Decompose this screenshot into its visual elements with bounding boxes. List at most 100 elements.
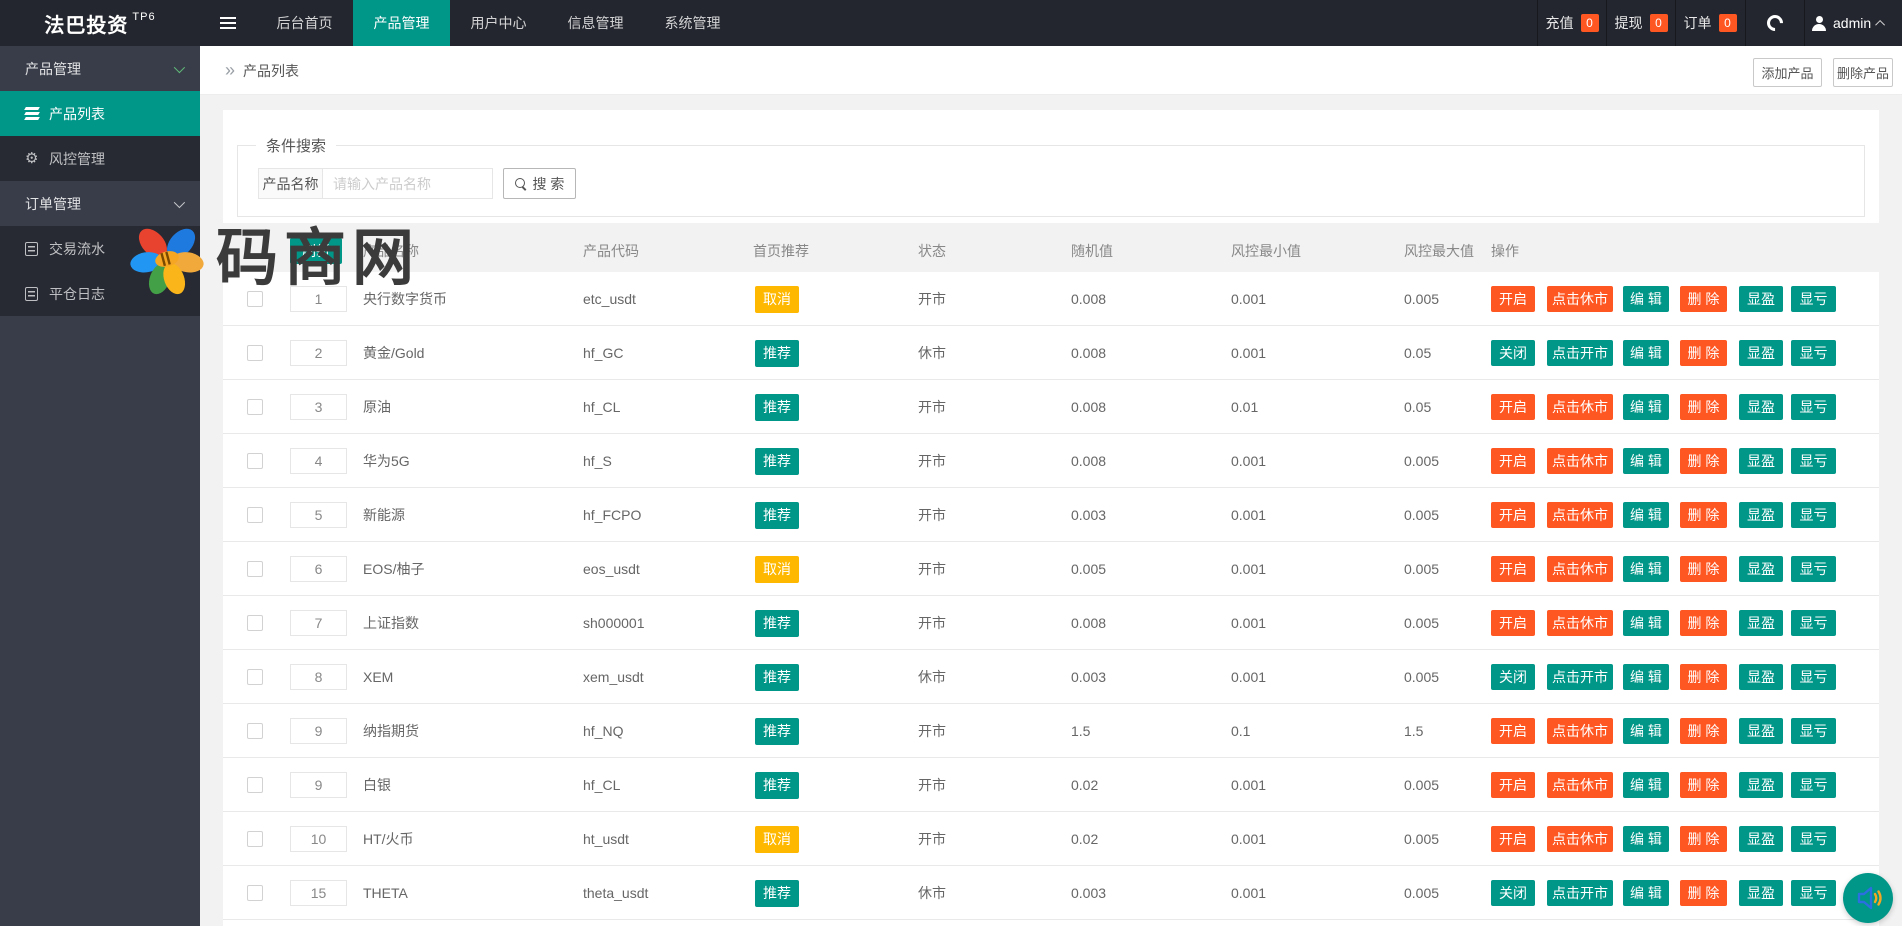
row-checkbox[interactable] xyxy=(247,615,263,631)
show-loss-button[interactable]: 显亏 xyxy=(1791,340,1836,366)
recommend-badge[interactable]: 推荐 xyxy=(755,340,799,367)
delete-button[interactable]: 删 除 xyxy=(1680,556,1727,582)
show-profit-button[interactable]: 显盈 xyxy=(1739,286,1783,312)
edit-button[interactable]: 编 辑 xyxy=(1623,664,1669,690)
edit-button[interactable]: 编 辑 xyxy=(1623,556,1669,582)
show-loss-button[interactable]: 显亏 xyxy=(1791,826,1836,852)
sort-input[interactable]: 15 xyxy=(290,880,347,906)
toggle-button[interactable]: 开启 xyxy=(1491,772,1535,798)
show-profit-button[interactable]: 显盈 xyxy=(1739,664,1783,690)
toggle-button[interactable]: 关闭 xyxy=(1491,340,1535,366)
edit-button[interactable]: 编 辑 xyxy=(1623,610,1669,636)
row-checkbox[interactable] xyxy=(247,885,263,901)
show-loss-button[interactable]: 显亏 xyxy=(1791,610,1836,636)
show-loss-button[interactable]: 显亏 xyxy=(1791,556,1836,582)
toggle-button[interactable]: 关闭 xyxy=(1491,880,1535,906)
top-nav-home[interactable]: 后台首页 xyxy=(256,0,353,46)
toggle-button[interactable]: 开启 xyxy=(1491,502,1535,528)
menu-toggle-icon[interactable] xyxy=(200,0,256,46)
delete-button[interactable]: 删 除 xyxy=(1680,880,1727,906)
sort-input[interactable]: 3 xyxy=(290,394,347,420)
refresh-icon[interactable] xyxy=(1745,0,1805,46)
sort-input[interactable]: 1 xyxy=(290,286,347,312)
market-toggle-button[interactable]: 点击休市 xyxy=(1547,556,1613,582)
edit-button[interactable]: 编 辑 xyxy=(1623,880,1669,906)
show-profit-button[interactable]: 显盈 xyxy=(1739,880,1783,906)
sort-input[interactable]: 9 xyxy=(290,772,347,798)
toggle-button[interactable]: 开启 xyxy=(1491,394,1535,420)
sort-input[interactable]: 5 xyxy=(290,502,347,528)
sidebar-item-close-log[interactable]: 平仓日志 xyxy=(0,271,200,316)
row-checkbox[interactable] xyxy=(247,777,263,793)
row-checkbox[interactable] xyxy=(247,507,263,523)
stat-orders[interactable]: 订单 0 xyxy=(1675,0,1744,46)
show-profit-button[interactable]: 显盈 xyxy=(1739,610,1783,636)
toggle-button[interactable]: 开启 xyxy=(1491,286,1535,312)
top-nav-info[interactable]: 信息管理 xyxy=(547,0,644,46)
market-toggle-button[interactable]: 点击开市 xyxy=(1547,340,1613,366)
market-toggle-button[interactable]: 点击开市 xyxy=(1547,664,1613,690)
sort-input[interactable]: 8 xyxy=(290,664,347,690)
sort-input[interactable]: 4 xyxy=(290,448,347,474)
stat-withdraw[interactable]: 提现 0 xyxy=(1606,0,1675,46)
recommend-badge[interactable]: 推荐 xyxy=(755,718,799,745)
delete-button[interactable]: 删 除 xyxy=(1680,448,1727,474)
row-checkbox[interactable] xyxy=(247,723,263,739)
toggle-button[interactable]: 开启 xyxy=(1491,610,1535,636)
recommend-badge[interactable]: 推荐 xyxy=(755,448,799,475)
delete-button[interactable]: 删 除 xyxy=(1680,394,1727,420)
delete-product-button[interactable]: 删除产品 xyxy=(1833,58,1893,87)
delete-button[interactable]: 删 除 xyxy=(1680,286,1727,312)
top-nav-system[interactable]: 系统管理 xyxy=(644,0,741,46)
show-loss-button[interactable]: 显亏 xyxy=(1791,880,1836,906)
show-profit-button[interactable]: 显盈 xyxy=(1739,772,1783,798)
delete-button[interactable]: 删 除 xyxy=(1680,664,1727,690)
delete-button[interactable]: 删 除 xyxy=(1680,718,1727,744)
delete-button[interactable]: 删 除 xyxy=(1680,772,1727,798)
show-loss-button[interactable]: 显亏 xyxy=(1791,394,1836,420)
row-checkbox[interactable] xyxy=(247,669,263,685)
edit-button[interactable]: 编 辑 xyxy=(1623,286,1669,312)
search-button[interactable]: 搜 索 xyxy=(503,168,576,199)
add-product-button[interactable]: 添加产品 xyxy=(1753,58,1822,87)
stat-recharge[interactable]: 充值 0 xyxy=(1537,0,1606,46)
recommend-badge[interactable]: 推荐 xyxy=(755,664,799,691)
toggle-button[interactable]: 开启 xyxy=(1491,448,1535,474)
row-checkbox[interactable] xyxy=(247,561,263,577)
recommend-badge[interactable]: 推荐 xyxy=(755,502,799,529)
row-checkbox[interactable] xyxy=(247,345,263,361)
show-profit-button[interactable]: 显盈 xyxy=(1739,448,1783,474)
sidebar-item-trade-flow[interactable]: 交易流水 xyxy=(0,226,200,271)
row-checkbox[interactable] xyxy=(247,831,263,847)
show-loss-button[interactable]: 显亏 xyxy=(1791,286,1836,312)
edit-button[interactable]: 编 辑 xyxy=(1623,826,1669,852)
toggle-button[interactable]: 关闭 xyxy=(1491,664,1535,690)
edit-button[interactable]: 编 辑 xyxy=(1623,718,1669,744)
show-loss-button[interactable]: 显亏 xyxy=(1791,718,1836,744)
edit-button[interactable]: 编 辑 xyxy=(1623,448,1669,474)
market-toggle-button[interactable]: 点击休市 xyxy=(1547,718,1613,744)
recommend-badge[interactable]: 取消 xyxy=(755,826,799,853)
market-toggle-button[interactable]: 点击休市 xyxy=(1547,610,1613,636)
toggle-button[interactable]: 开启 xyxy=(1491,826,1535,852)
recommend-badge[interactable]: 取消 xyxy=(755,286,799,313)
user-menu[interactable]: admin xyxy=(1812,0,1885,46)
sort-input[interactable]: 7 xyxy=(290,610,347,636)
market-toggle-button[interactable]: 点击休市 xyxy=(1547,448,1613,474)
edit-button[interactable]: 编 辑 xyxy=(1623,502,1669,528)
refresh-sort-button[interactable]: 刷新 xyxy=(290,238,342,264)
show-profit-button[interactable]: 显盈 xyxy=(1739,394,1783,420)
show-loss-button[interactable]: 显亏 xyxy=(1791,772,1836,798)
market-toggle-button[interactable]: 点击休市 xyxy=(1547,394,1613,420)
top-nav-users[interactable]: 用户中心 xyxy=(450,0,547,46)
market-toggle-button[interactable]: 点击休市 xyxy=(1547,502,1613,528)
toggle-button[interactable]: 开启 xyxy=(1491,718,1535,744)
market-toggle-button[interactable]: 点击休市 xyxy=(1547,286,1613,312)
show-profit-button[interactable]: 显盈 xyxy=(1739,556,1783,582)
top-nav-products[interactable]: 产品管理 xyxy=(353,0,450,46)
show-profit-button[interactable]: 显盈 xyxy=(1739,340,1783,366)
row-checkbox[interactable] xyxy=(247,291,263,307)
row-checkbox[interactable] xyxy=(247,453,263,469)
delete-button[interactable]: 删 除 xyxy=(1680,340,1727,366)
product-name-input[interactable] xyxy=(323,168,493,199)
